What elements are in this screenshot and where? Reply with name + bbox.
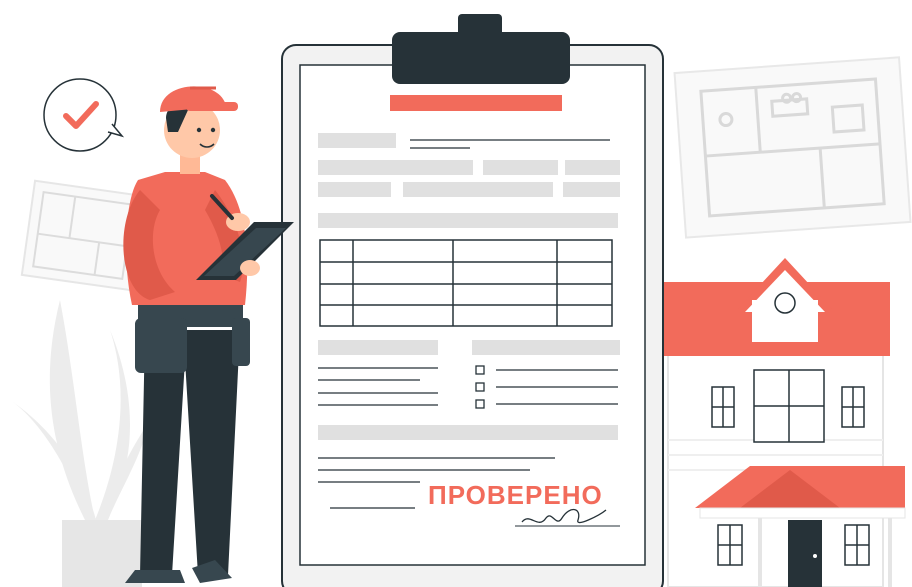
blueprint-icon [673,56,912,239]
illustration-scene [10,14,912,587]
checkmark-icon [43,78,125,152]
checkbox [475,365,485,375]
clipboard [281,14,664,587]
checkbox-list [475,365,485,409]
checkbox [475,399,485,409]
checkbox [475,382,485,392]
plant-icon [10,300,150,587]
house-icon [664,258,906,587]
inspector-figure [123,86,294,583]
